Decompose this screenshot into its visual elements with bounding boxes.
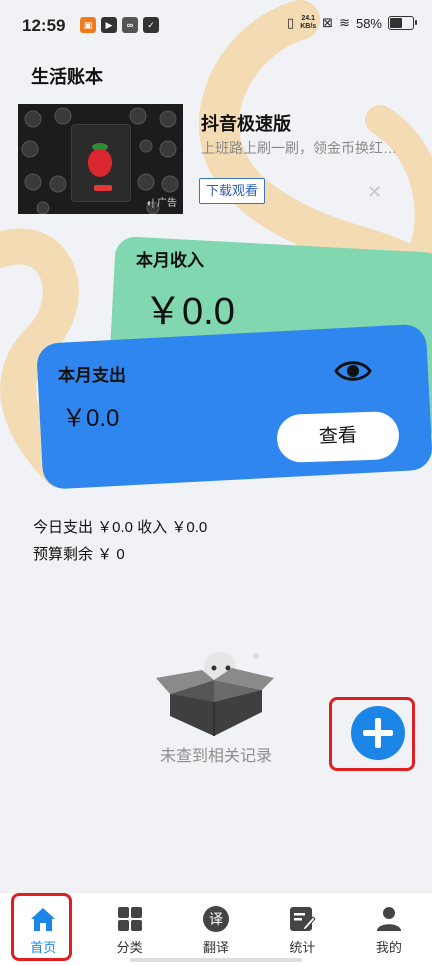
tab-translate[interactable]: 译 翻译 — [173, 893, 259, 965]
tab-statistics[interactable]: 统计 — [259, 893, 345, 965]
add-button-highlight — [329, 697, 415, 771]
play-app-icon: ▶ — [101, 17, 117, 33]
strawberry-image — [88, 149, 112, 177]
person-icon — [376, 907, 401, 931]
sim-icon: ⊠ — [322, 15, 334, 30]
link-app-icon: ∞ — [122, 17, 138, 33]
svg-text:译: 译 — [209, 912, 223, 928]
ad-tag: ◖| 广告 — [145, 198, 177, 209]
today-summary: 今日支出 ￥0.0 收入 ￥0.0 — [33, 519, 208, 536]
tab-translate-label: 翻译 — [203, 940, 230, 955]
status-indicators: ▯ 24.1 KB/s ⊠ ≋ 58% — [287, 15, 417, 31]
tab-category[interactable]: 分类 — [86, 893, 172, 965]
ad-card[interactable]: ◖| 广告 抖音极速版 上班路上刷一刷，领金币换红… 下载观看 ✕ — [18, 104, 418, 216]
status-bar: 12:59 ▣ ▶ ∞ ✓ ▯ 24.1 KB/s ⊠ ≋ 58% — [0, 0, 432, 52]
net-speed-unit: KB/s — [300, 23, 317, 30]
battery-fill — [390, 18, 402, 28]
ad-thumbnail[interactable]: ◖| 广告 — [18, 104, 183, 214]
ad-tag-label: 广告 — [157, 198, 177, 209]
tab-statistics-label: 统计 — [289, 940, 316, 955]
ad-description: 上班路上刷一刷，领金币换红… — [201, 140, 397, 156]
battery-percent: 58% — [355, 15, 382, 31]
app-notification-icon: ▣ — [80, 17, 96, 33]
ad-phone-button — [94, 185, 112, 191]
edit-chart-icon — [290, 907, 317, 931]
tab-profile-label: 我的 — [375, 940, 402, 955]
income-label: 本月收入 — [136, 251, 204, 270]
status-time: 12:59 — [22, 16, 66, 35]
wifi-icon: ≋ — [339, 15, 350, 30]
home-tab-highlight — [11, 893, 72, 961]
battery-icon — [388, 16, 417, 30]
ad-phone-mockup — [71, 124, 131, 202]
budget-remaining: 预算剩余 ￥ 0 — [33, 546, 125, 563]
status-app-icons: ▣ ▶ ∞ ✓ — [80, 17, 159, 33]
expense-value: ￥0.0 — [62, 405, 120, 432]
page-title: 生活账本 — [31, 67, 103, 87]
net-speed-value: 24.1 — [301, 15, 315, 22]
home-indicator — [130, 958, 302, 962]
ad-download-button[interactable]: 下载观看 — [199, 178, 266, 204]
tab-profile[interactable]: 我的 — [346, 893, 432, 965]
ad-title[interactable]: 抖音极速版 — [201, 110, 291, 136]
ad-close-icon[interactable]: ✕ — [367, 182, 382, 203]
check-app-icon: ✓ — [143, 17, 159, 33]
empty-box-illustration — [156, 652, 274, 736]
grid-icon — [117, 907, 142, 931]
eye-icon[interactable] — [334, 358, 372, 384]
vibrate-icon: ▯ — [287, 15, 295, 30]
net-speed: 24.1 KB/s — [300, 15, 316, 31]
view-button[interactable]: 查看 — [276, 410, 400, 464]
expense-label: 本月支出 — [58, 366, 126, 385]
translate-icon: 译 — [203, 906, 230, 932]
income-value: ￥0.0 — [144, 291, 235, 333]
tab-category-label: 分类 — [116, 940, 143, 955]
